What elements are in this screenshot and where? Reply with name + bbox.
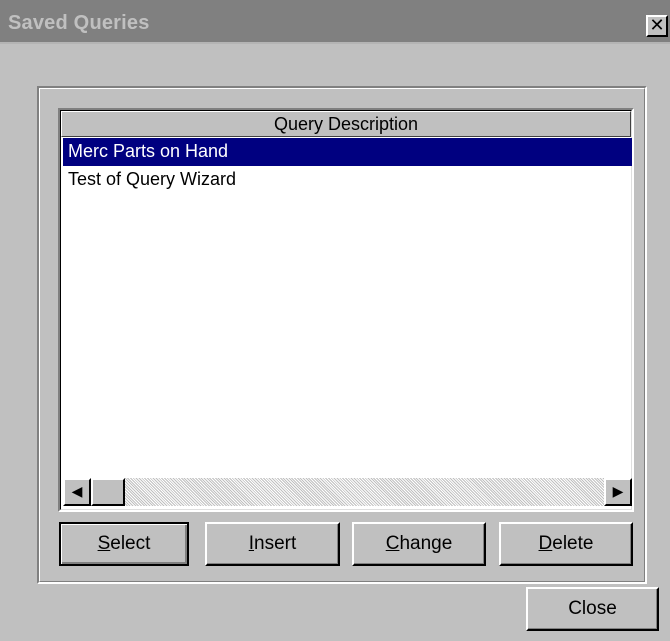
arrow-left-icon[interactable]: ◀ xyxy=(63,478,91,506)
arrow-right-icon[interactable]: ▶ xyxy=(604,478,632,506)
select-button[interactable]: Select xyxy=(59,522,189,566)
list-item-selected[interactable]: Merc Parts on Hand xyxy=(63,138,632,166)
dialog-title: Saved Queries xyxy=(8,12,150,34)
close-button[interactable]: Close xyxy=(526,587,659,631)
delete-button[interactable]: Delete xyxy=(499,522,633,566)
insert-button[interactable]: Insert xyxy=(205,522,340,566)
query-list[interactable]: Query Description Merc Parts on Hand Tes… xyxy=(58,108,634,512)
list-item[interactable]: Test of Query Wizard xyxy=(63,166,632,194)
title-bar[interactable]: Saved Queries ✕ xyxy=(0,0,670,44)
query-rows: Merc Parts on Hand Test of Query Wizard xyxy=(63,138,632,194)
horizontal-scrollbar[interactable]: ◀ ▶ xyxy=(63,478,632,506)
column-header-query-description[interactable]: Query Description xyxy=(61,111,631,137)
close-window-icon[interactable]: ✕ xyxy=(646,15,668,37)
saved-queries-dialog: Saved Queries ✕ Query Description Merc P… xyxy=(0,0,670,641)
scrollbar-thumb[interactable] xyxy=(91,478,125,506)
change-button[interactable]: Change xyxy=(352,522,486,566)
